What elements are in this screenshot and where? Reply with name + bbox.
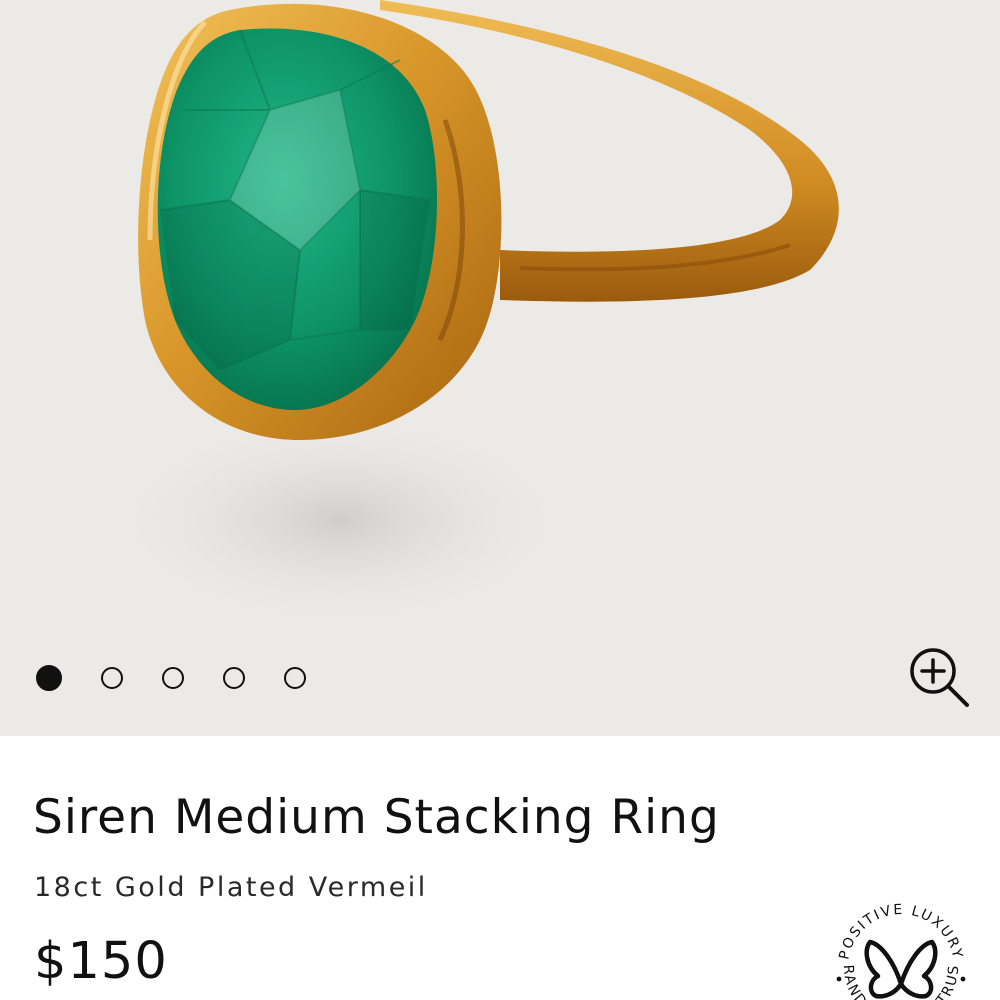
product-gallery[interactable] bbox=[0, 0, 1000, 736]
gallery-dot-1[interactable] bbox=[36, 665, 62, 691]
zoom-in-icon bbox=[910, 648, 969, 707]
gallery-dot-4[interactable] bbox=[223, 667, 245, 689]
gallery-dot-2[interactable] bbox=[101, 667, 123, 689]
product-title: Siren Medium Stacking Ring bbox=[33, 790, 720, 845]
gallery-pagination bbox=[36, 664, 345, 692]
gallery-dot-3[interactable] bbox=[162, 667, 184, 689]
product-page: Siren Medium Stacking Ring 18ct Gold Pla… bbox=[0, 0, 1000, 1000]
product-material: 18ct Gold Plated Vermeil bbox=[34, 872, 428, 903]
zoom-button[interactable] bbox=[906, 644, 972, 710]
product-image[interactable] bbox=[0, 0, 1000, 736]
badge-dot-right bbox=[960, 976, 966, 982]
badge-dot-left bbox=[836, 976, 842, 982]
product-price: $150 bbox=[34, 932, 168, 991]
positive-luxury-badge: POSITIVE LUXURY BRAND YOU CAN TRUST bbox=[826, 892, 966, 1000]
gallery-dot-5[interactable] bbox=[284, 667, 306, 689]
